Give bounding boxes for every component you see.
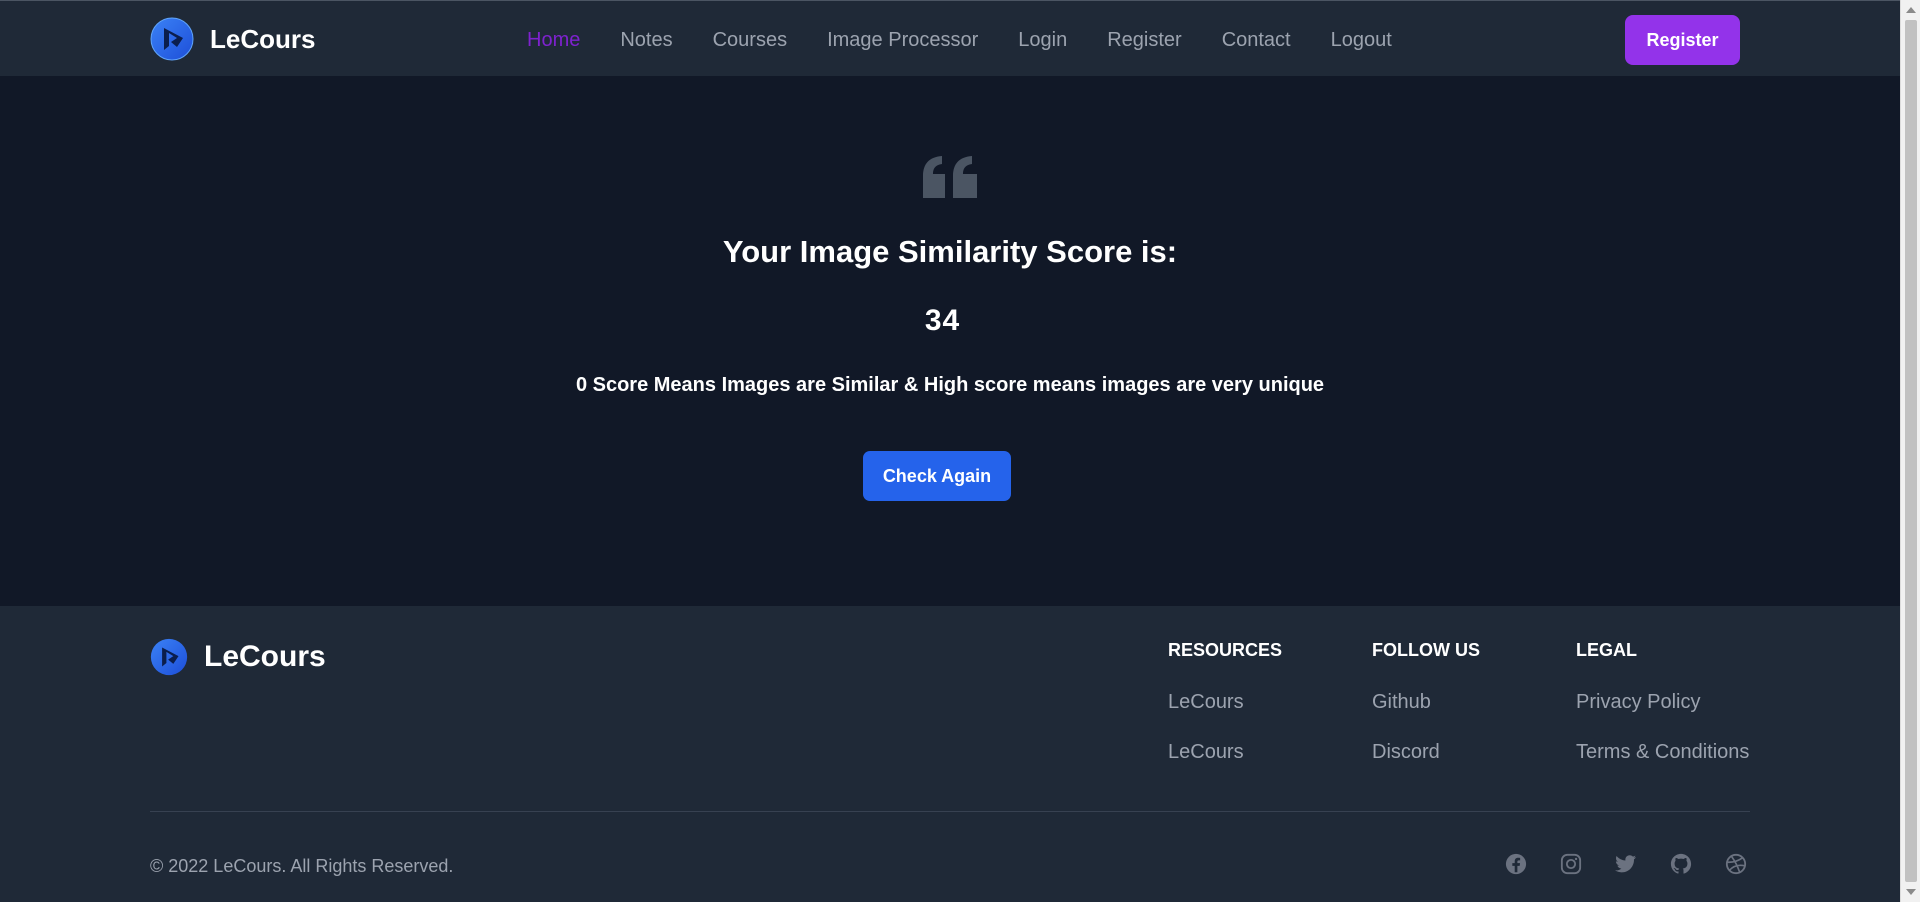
register-button[interactable]: Register bbox=[1625, 15, 1740, 65]
nav-logout[interactable]: Logout bbox=[1331, 29, 1392, 52]
similarity-score-value: 34 bbox=[924, 304, 961, 337]
twitter-icon[interactable] bbox=[1615, 853, 1637, 875]
nav-login[interactable]: Login bbox=[1018, 29, 1067, 52]
footer-column-resources: RESOURCES LeCours LeCours bbox=[1168, 640, 1282, 791]
score-heading: Your Image Similarity Score is: bbox=[722, 234, 1178, 269]
social-links bbox=[1505, 853, 1747, 875]
footer-link-lecours-2[interactable]: LeCours bbox=[1168, 741, 1282, 766]
scrollbar-thumb[interactable] bbox=[1905, 20, 1917, 882]
facebook-icon[interactable] bbox=[1505, 853, 1527, 875]
github-icon[interactable] bbox=[1670, 853, 1692, 875]
footer-link-github[interactable]: Github bbox=[1372, 691, 1480, 716]
score-section: Your Image Similarity Score is: 34 0 Sco… bbox=[0, 76, 1900, 606]
footer-link-privacy-policy[interactable]: Privacy Policy bbox=[1576, 691, 1749, 716]
lecours-logo-icon bbox=[150, 17, 194, 61]
check-again-button[interactable]: Check Again bbox=[863, 451, 1011, 501]
footer-link-lecours-1[interactable]: LeCours bbox=[1168, 691, 1282, 716]
quote-icon bbox=[923, 156, 977, 198]
nav-register[interactable]: Register bbox=[1107, 29, 1181, 52]
copyright-text: © 2022 LeCours. All Rights Reserved. bbox=[150, 856, 454, 876]
lecours-logo-icon bbox=[150, 638, 188, 676]
footer-column-legal: LEGAL Privacy Policy Terms & Conditions bbox=[1576, 640, 1749, 791]
nav-notes[interactable]: Notes bbox=[620, 29, 672, 52]
footer-link-terms[interactable]: Terms & Conditions bbox=[1576, 741, 1749, 766]
top-navbar: LeCours Home Notes Courses Image Process… bbox=[0, 0, 1900, 76]
footer-column-follow-us: FOLLOW US Github Discord bbox=[1372, 640, 1480, 791]
footer-heading-legal: LEGAL bbox=[1576, 640, 1637, 660]
nav-contact[interactable]: Contact bbox=[1222, 29, 1291, 52]
instagram-icon[interactable] bbox=[1560, 853, 1582, 875]
scroll-up-arrow-icon[interactable] bbox=[1906, 7, 1916, 13]
nav-courses[interactable]: Courses bbox=[713, 29, 787, 52]
footer: LeCours RESOURCES LeCours LeCours FOLLOW… bbox=[0, 606, 1900, 902]
nav-home[interactable]: Home bbox=[527, 29, 580, 52]
footer-heading-resources: RESOURCES bbox=[1168, 640, 1283, 660]
main-nav: Home Notes Courses Image Processor Login… bbox=[527, 23, 1392, 57]
footer-brand-name: LeCours bbox=[204, 640, 326, 673]
scroll-down-arrow-icon[interactable] bbox=[1906, 889, 1916, 895]
vertical-scrollbar[interactable] bbox=[1900, 0, 1920, 902]
footer-brand-link[interactable]: LeCours bbox=[150, 637, 326, 677]
nav-image-processor[interactable]: Image Processor bbox=[827, 29, 978, 52]
brand-name: LeCours bbox=[210, 23, 316, 54]
footer-divider bbox=[150, 811, 1750, 812]
score-description: 0 Score Means Images are Similar & High … bbox=[575, 374, 1325, 396]
footer-link-discord[interactable]: Discord bbox=[1372, 741, 1480, 766]
footer-heading-follow-us: FOLLOW US bbox=[1372, 640, 1480, 660]
brand-logo-link[interactable]: LeCours bbox=[150, 17, 315, 61]
dribbble-icon[interactable] bbox=[1725, 853, 1747, 875]
